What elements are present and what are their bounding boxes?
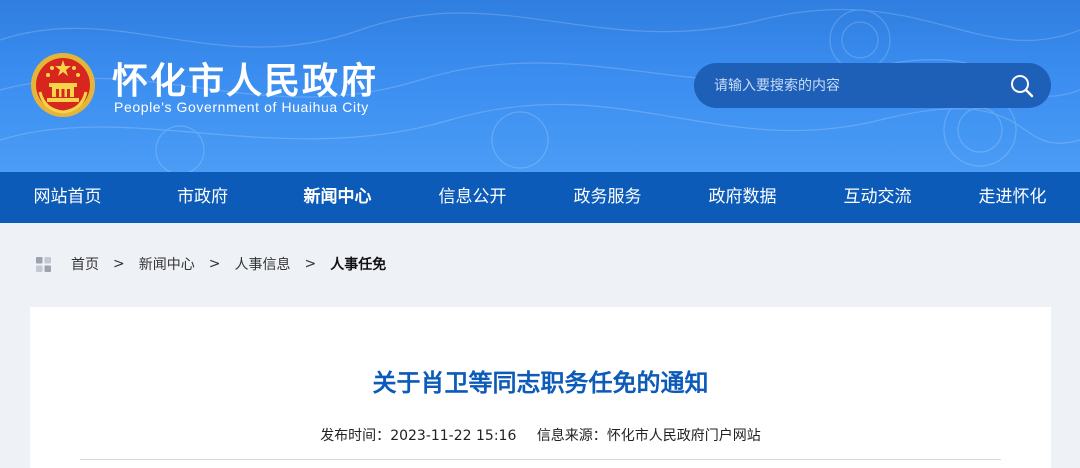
publish-time-field: 发布时间：2023-11-22 15:16 [320, 428, 516, 444]
breadcrumb: 首页 > 新闻中心 > 人事信息 > 人事任免 [36, 254, 386, 274]
search-input[interactable] [714, 63, 1004, 108]
breadcrumb-personnel-info[interactable]: 人事信息 [234, 254, 290, 274]
nav-item-news-center[interactable]: 新闻中心 [270, 172, 405, 223]
main-nav: 网站首页 市政府 新闻中心 信息公开 政务服务 政府数据 互动交流 走进怀化 [0, 172, 1080, 223]
breadcrumb-home[interactable]: 首页 [71, 254, 99, 274]
grid-icon [36, 256, 51, 272]
divider [80, 459, 1001, 460]
publish-time-label: 发布时间： [320, 428, 391, 444]
site-title: 怀化市人民政府 [112, 61, 379, 102]
nav-item-city-government[interactable]: 市政府 [135, 172, 270, 223]
breadcrumb-separator: > [113, 256, 125, 272]
source-label: 信息来源： [536, 428, 607, 444]
breadcrumb-news-center[interactable]: 新闻中心 [139, 254, 195, 274]
source-field: 信息来源：怀化市人民政府门户网站 [537, 428, 761, 444]
breadcrumb-current: 人事任免 [330, 257, 387, 273]
nav-item-home[interactable]: 网站首页 [0, 172, 135, 223]
article-meta: 发布时间：2023-11-22 15:16 信息来源：怀化市人民政府门户网站 [30, 425, 1051, 445]
breadcrumb-separator: > [208, 256, 221, 272]
emblem-icon[interactable] [30, 52, 96, 118]
article-title: 关于肖卫等同志职务任免的通知 [372, 369, 709, 397]
nav-item-government-data[interactable]: 政府数据 [675, 172, 810, 223]
nav-item-interaction[interactable]: 互动交流 [810, 172, 945, 223]
search-icon[interactable] [1009, 73, 1035, 99]
nav-item-government-services[interactable]: 政务服务 [540, 172, 675, 223]
site-header: 怀化市人民政府 People's Government of Huaihua C… [0, 0, 1080, 172]
nav-item-information-disclosure[interactable]: 信息公开 [405, 172, 540, 223]
publish-time-value: 2023-11-22 15:16 [390, 428, 517, 444]
article-panel: 关于肖卫等同志职务任免的通知 发布时间：2023-11-22 15:16 信息来… [30, 307, 1051, 468]
nav-item-about-huaihua[interactable]: 走进怀化 [945, 172, 1080, 223]
search-box [694, 63, 1051, 108]
site-subtitle: People's Government of Huaihua City [114, 99, 369, 115]
source-value: 怀化市人民政府门户网站 [606, 428, 761, 444]
breadcrumb-separator: > [304, 256, 317, 272]
